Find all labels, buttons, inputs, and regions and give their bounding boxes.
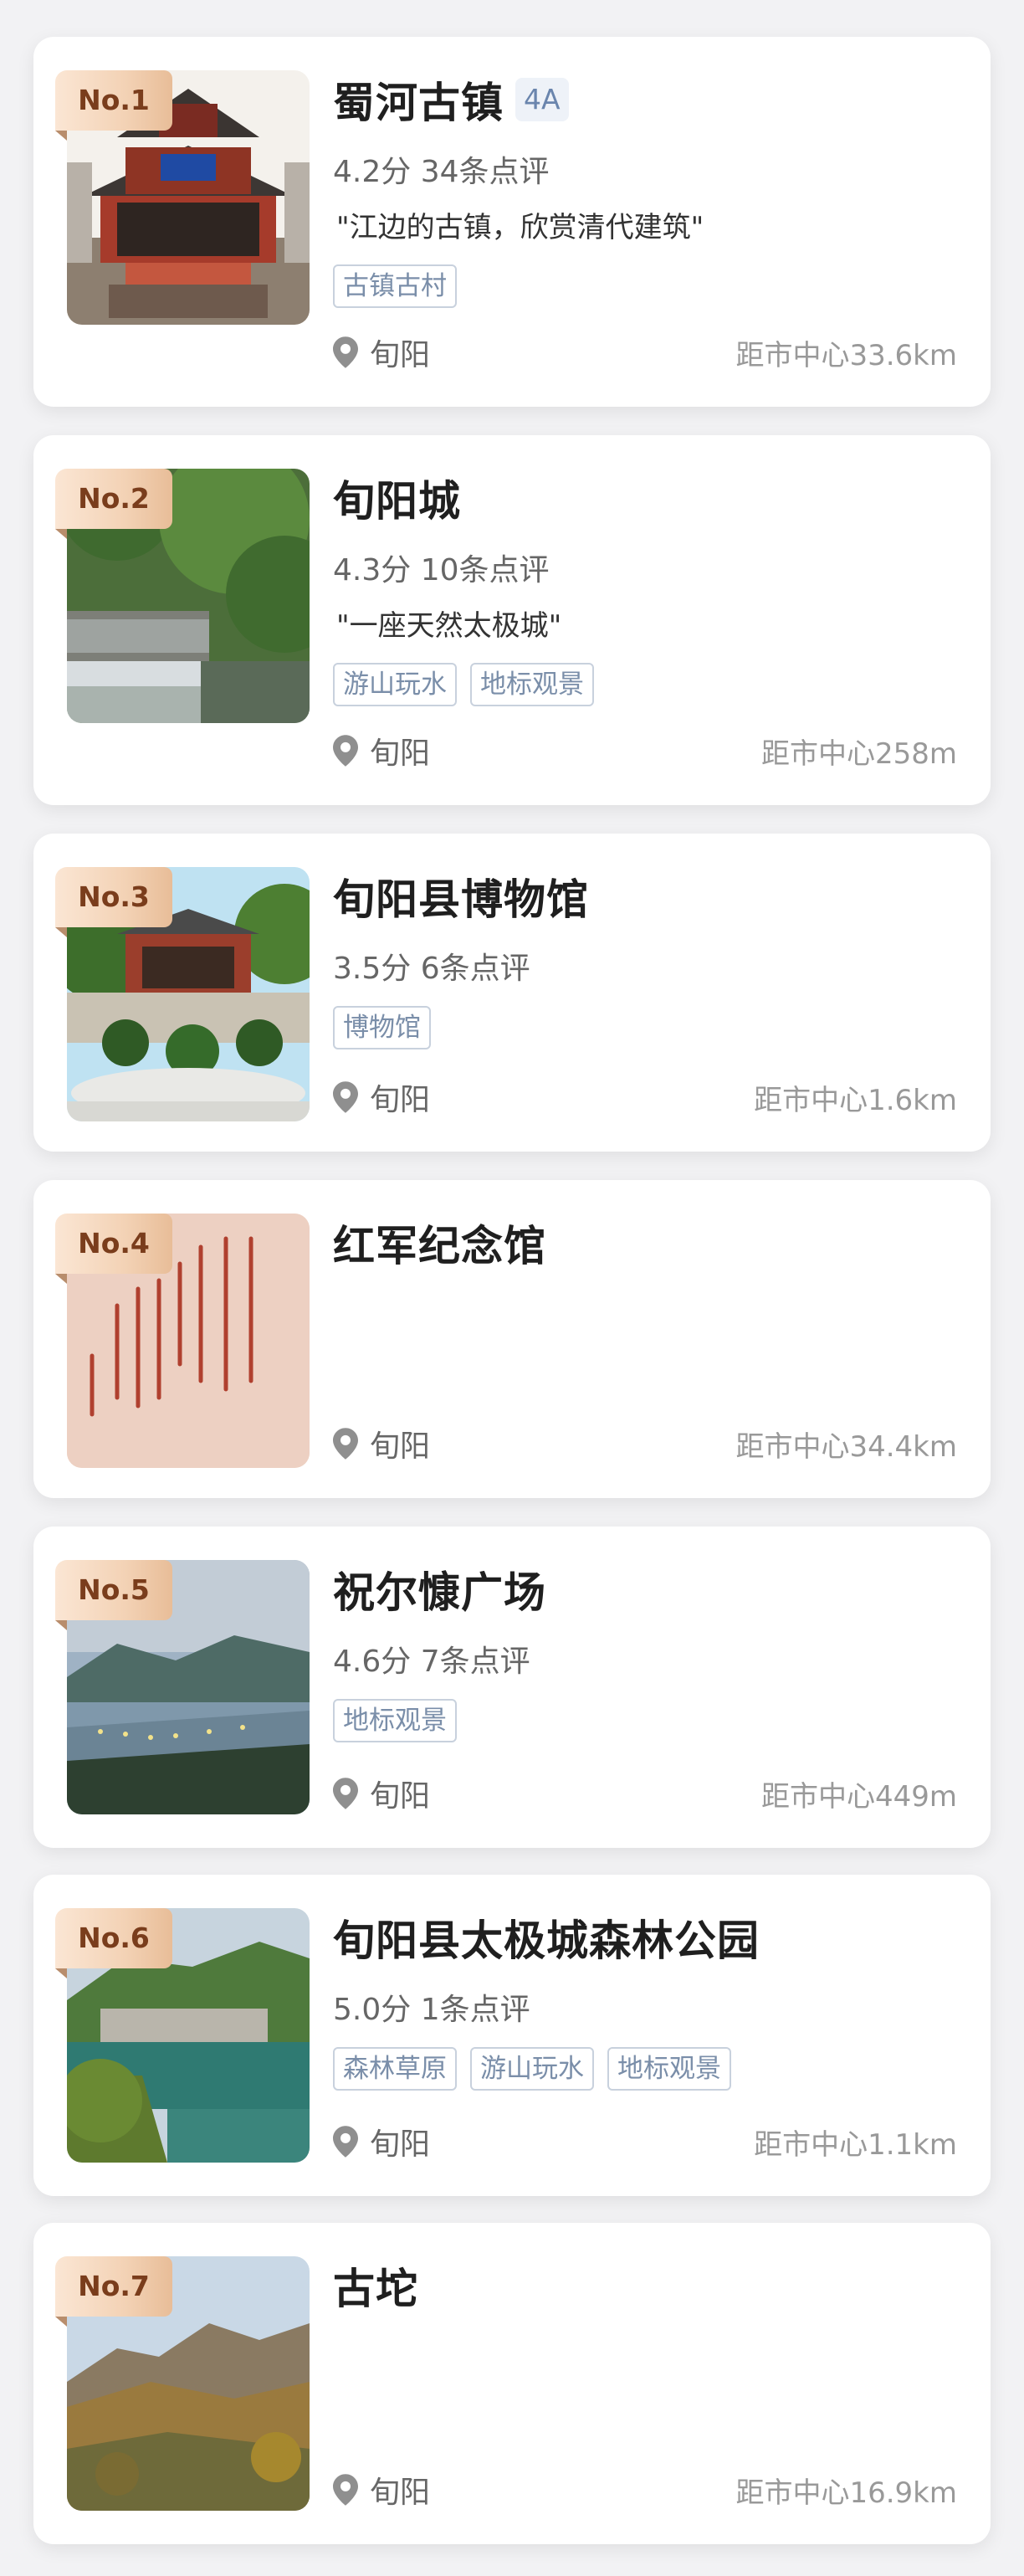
tag-list: 游山玩水 地标观景 (333, 663, 594, 706)
location-text: 旬阳 (370, 736, 431, 771)
spot-title: 红军纪念馆 (333, 1222, 546, 1270)
distance-text: 距市中心258m (760, 736, 957, 771)
rating-text: 4.3分 10条点评 (333, 553, 550, 588)
distance-text: 距市中心1.6km (754, 1083, 957, 1117)
map-pin-icon (333, 1778, 358, 1809)
tag: 博物馆 (333, 1006, 431, 1049)
highlight-quote: "江边的古镇，欣赏清代建筑" (333, 204, 708, 245)
rating-text: 4.6分 7条点评 (333, 1645, 530, 1679)
location: 旬阳 (333, 1772, 430, 1815)
tag-list: 地标观景 (333, 1699, 457, 1742)
spot-card[interactable]: No.2 旬阳城 4.3分 10条点评 "一座天然太极城" 游山玩水 地标观景 … (33, 435, 991, 805)
spot-card[interactable]: No.4 红军纪念馆 旬阳 距市中心34.4km (33, 1180, 991, 1498)
map-pin-icon (333, 2474, 358, 2506)
highlight-quote: "一座天然太极城" (333, 603, 566, 644)
spot-card[interactable]: No.7 古坨 旬阳 距市中心16.9km (33, 2223, 991, 2544)
map-pin-icon (333, 336, 358, 368)
spot-title: 旬阳城 (333, 477, 461, 526)
tag: 游山玩水 (333, 663, 457, 706)
rank-badge: No.3 (55, 867, 172, 937)
rating-text: 5.0分 1条点评 (333, 1993, 530, 2027)
tag: 森林草原 (333, 2047, 457, 2091)
rank-badge: No.7 (55, 2256, 172, 2327)
spot-title: 旬阳县博物馆 (333, 875, 589, 924)
spot-title: 祝尔慷广场 (333, 1568, 546, 1617)
rank-badge: No.4 (55, 1214, 172, 1284)
scenic-spot-list: No.1 蜀河古镇 4A 4.2分 34条点评 "江边的古镇，欣赏清代建筑" 古… (0, 0, 1024, 2576)
location-text: 旬阳 (370, 2127, 431, 2162)
map-pin-icon (333, 1428, 358, 1460)
distance-text: 距市中心449m (760, 1779, 957, 1814)
tag: 地标观景 (470, 663, 594, 706)
map-pin-icon (333, 1081, 358, 1113)
spot-title: 古坨 (333, 2265, 418, 2313)
location-text: 旬阳 (370, 338, 431, 372)
location: 旬阳 (333, 729, 430, 772)
spot-title: 旬阳县太极城森林公园 (333, 1917, 760, 1965)
spot-card[interactable]: No.6 旬阳县太极城森林公园 5.0分 1条点评 森林草原 游山玩水 地标观景 (33, 1875, 991, 2196)
location-text: 旬阳 (370, 1429, 431, 1464)
tag: 地标观景 (607, 2047, 731, 2091)
tag: 地标观景 (333, 1699, 457, 1742)
distance-text: 距市中心34.4km (735, 1429, 957, 1464)
location: 旬阳 (333, 2120, 430, 2163)
location: 旬阳 (333, 331, 430, 374)
location-text: 旬阳 (370, 2476, 431, 2510)
map-pin-icon (333, 2126, 358, 2158)
map-pin-icon (333, 735, 358, 767)
location-text: 旬阳 (370, 1779, 431, 1814)
tag: 游山玩水 (470, 2047, 594, 2091)
rank-badge: No.6 (55, 1908, 172, 1978)
location-text: 旬阳 (370, 1083, 431, 1117)
location: 旬阳 (333, 1422, 430, 1465)
rank-badge: No.5 (55, 1560, 172, 1630)
rank-badge: No.1 (55, 70, 172, 141)
tag-list: 森林草原 游山玩水 地标观景 (333, 2047, 731, 2091)
distance-text: 距市中心1.1km (754, 2127, 957, 2162)
rating-text: 4.2分 34条点评 (333, 155, 550, 189)
spot-card[interactable]: No.3 旬阳县博物馆 3.5分 6条点评 博物馆 旬阳 距市中心1.6km (33, 834, 991, 1152)
tag-list: 古镇古村 (333, 264, 457, 308)
distance-text: 距市中心16.9km (735, 2476, 957, 2510)
rank-badge: No.2 (55, 469, 172, 539)
level-badge: 4A (515, 78, 569, 121)
distance-text: 距市中心33.6km (735, 338, 957, 372)
rating-text: 3.5分 6条点评 (333, 952, 530, 986)
tag: 古镇古村 (333, 264, 457, 308)
tag-list: 博物馆 (333, 1006, 431, 1049)
location: 旬阳 (333, 1075, 430, 1119)
location: 旬阳 (333, 2468, 430, 2512)
spot-card[interactable]: No.1 蜀河古镇 4A 4.2分 34条点评 "江边的古镇，欣赏清代建筑" 古… (33, 37, 991, 407)
spot-card[interactable]: No.5 祝尔慷广场 4.6分 7条点评 地标观景 旬阳 距市中心449m (33, 1527, 991, 1848)
spot-title: 蜀河古镇 (333, 79, 504, 127)
